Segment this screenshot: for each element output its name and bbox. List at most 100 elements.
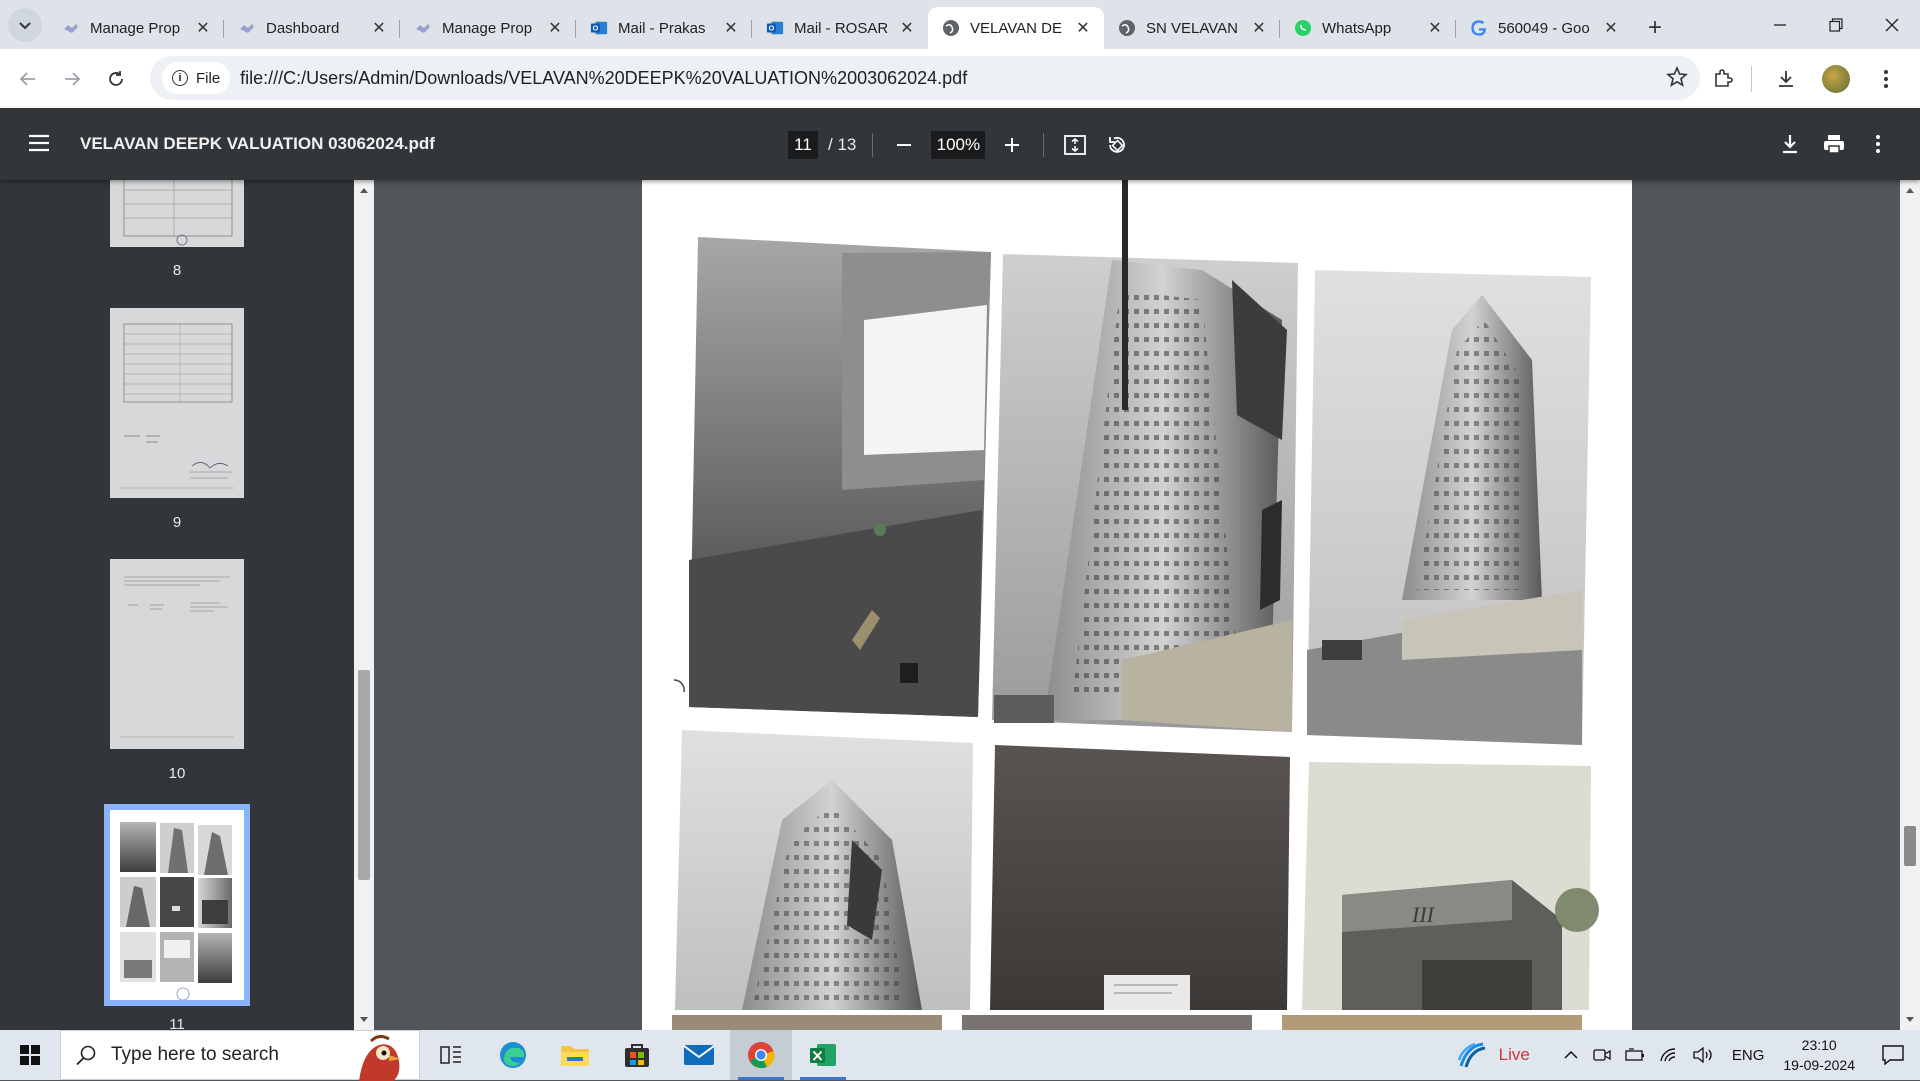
task-view-button[interactable] bbox=[420, 1030, 482, 1080]
chevron-down-icon bbox=[19, 22, 31, 30]
viewer-scroll-thumb[interactable] bbox=[1904, 826, 1916, 866]
page-thumbnail-8[interactable] bbox=[110, 180, 244, 247]
tab-label: VELAVAN DE bbox=[970, 19, 1062, 37]
profile-button[interactable] bbox=[1814, 57, 1858, 101]
sidebar-scroll-thumb[interactable] bbox=[358, 670, 370, 880]
close-icon[interactable]: ✕ bbox=[370, 19, 388, 37]
back-button[interactable] bbox=[6, 57, 50, 101]
document-page-preview bbox=[120, 323, 234, 489]
reload-button[interactable] bbox=[94, 57, 138, 101]
volume-icon[interactable] bbox=[1693, 1047, 1715, 1063]
taskbar-search-box[interactable]: Type here to search bbox=[60, 1030, 420, 1081]
clock-date: 19-09-2024 bbox=[1783, 1057, 1855, 1073]
tab-sn-velavan[interactable]: SN VELAVAN ✕ bbox=[1104, 7, 1280, 49]
zoom-in-button[interactable] bbox=[997, 130, 1027, 160]
scroll-up-arrow-icon[interactable] bbox=[354, 184, 374, 196]
handshake-icon bbox=[414, 19, 432, 37]
svg-text:O: O bbox=[593, 24, 599, 33]
restore-button[interactable] bbox=[1808, 0, 1864, 49]
fit-to-page-button[interactable] bbox=[1060, 130, 1090, 160]
close-icon[interactable]: ✕ bbox=[1602, 19, 1620, 37]
window-controls bbox=[1752, 0, 1920, 49]
excel-taskbar-button[interactable] bbox=[792, 1030, 854, 1080]
close-icon bbox=[1885, 18, 1899, 31]
edge-taskbar-button[interactable] bbox=[482, 1030, 544, 1080]
sidebar-menu-button[interactable] bbox=[28, 134, 50, 157]
start-button[interactable] bbox=[0, 1030, 60, 1080]
close-icon[interactable]: ✕ bbox=[898, 19, 916, 37]
minimize-button[interactable] bbox=[1752, 0, 1808, 49]
close-icon[interactable]: ✕ bbox=[1250, 19, 1268, 37]
close-icon[interactable]: ✕ bbox=[722, 19, 740, 37]
downloads-button[interactable] bbox=[1764, 57, 1808, 101]
wifi-icon[interactable] bbox=[1659, 1047, 1679, 1063]
page-thumbnail-10[interactable] bbox=[110, 559, 244, 749]
print-button[interactable] bbox=[1812, 128, 1856, 160]
battery-icon[interactable] bbox=[1625, 1048, 1645, 1062]
site-info-chip[interactable]: i File bbox=[162, 62, 231, 94]
sidebar-scrollbar[interactable] bbox=[354, 180, 374, 1030]
scroll-down-arrow-icon[interactable] bbox=[354, 1014, 374, 1026]
close-icon[interactable]: ✕ bbox=[1074, 19, 1092, 37]
download-icon bbox=[1779, 70, 1793, 87]
scroll-down-arrow-icon[interactable] bbox=[1900, 1014, 1920, 1026]
site-photographs: III bbox=[672, 180, 1599, 1030]
document-page-preview bbox=[123, 180, 233, 246]
pdf-viewer[interactable]: III bbox=[374, 180, 1900, 1030]
scroll-up-arrow-icon[interactable] bbox=[1900, 184, 1920, 196]
google-icon bbox=[1470, 19, 1488, 37]
tab-dashboard[interactable]: Dashboard ✕ bbox=[224, 7, 400, 49]
tab-manage-prop-2[interactable]: Manage Prop ✕ bbox=[400, 7, 576, 49]
pdf-more-button[interactable] bbox=[1856, 128, 1900, 160]
close-icon[interactable]: ✕ bbox=[546, 19, 564, 37]
bookmark-star-icon[interactable] bbox=[1666, 65, 1688, 93]
rotate-button[interactable] bbox=[1102, 130, 1132, 160]
tab-google-560049[interactable]: 560049 - Goo ✕ bbox=[1456, 7, 1632, 49]
toolbar-divider bbox=[872, 133, 874, 157]
tab-mail-prakas[interactable]: O Mail - Prakas ✕ bbox=[576, 7, 752, 49]
browser-menu-button[interactable] bbox=[1864, 57, 1908, 101]
outlook-icon: O bbox=[590, 19, 608, 37]
close-icon[interactable]: ✕ bbox=[194, 19, 212, 37]
page-number-input[interactable]: 11 bbox=[788, 131, 818, 159]
zoom-level-input[interactable]: 100% bbox=[931, 131, 986, 159]
page-thumbnail-9[interactable] bbox=[110, 308, 244, 498]
tab-velavan-pdf[interactable]: VELAVAN DE ✕ bbox=[928, 7, 1104, 49]
windows-taskbar: Type here to search Live ENG 23:10 19-09… bbox=[0, 1030, 1920, 1081]
url-text[interactable]: file:///C:/Users/Admin/Downloads/VELAVAN… bbox=[240, 68, 967, 89]
address-bar[interactable]: i File file:///C:/Users/Admin/Downloads/… bbox=[150, 56, 1700, 100]
mail-taskbar-button[interactable] bbox=[668, 1030, 730, 1080]
clock[interactable]: 23:10 19-09-2024 bbox=[1783, 1035, 1855, 1075]
page-thumbnail-11[interactable] bbox=[104, 804, 250, 1006]
close-icon[interactable]: ✕ bbox=[1426, 19, 1444, 37]
thumbnail-page-number: 9 bbox=[172, 514, 182, 531]
more-vertical-icon bbox=[1876, 135, 1880, 153]
tab-manage-prop-1[interactable]: Manage Prop ✕ bbox=[48, 7, 224, 49]
tab-mail-rosar[interactable]: O Mail - ROSAR ✕ bbox=[752, 7, 928, 49]
toolbar-divider bbox=[1751, 65, 1752, 92]
extensions-button[interactable] bbox=[1701, 57, 1745, 101]
store-taskbar-button[interactable] bbox=[606, 1030, 668, 1080]
close-window-button[interactable] bbox=[1864, 0, 1920, 49]
zoom-out-button[interactable] bbox=[889, 130, 919, 160]
language-indicator[interactable]: ENG bbox=[1732, 1047, 1765, 1064]
chrome-icon bbox=[748, 1042, 775, 1069]
search-highlight-bird-icon bbox=[359, 1034, 401, 1081]
browser-toolbar: i File file:///C:/Users/Admin/Downloads/… bbox=[0, 49, 1920, 108]
forward-button[interactable] bbox=[50, 57, 94, 101]
weather-widget[interactable]: Live bbox=[1457, 1040, 1530, 1070]
file-explorer-taskbar-button[interactable] bbox=[544, 1030, 606, 1080]
viewer-scrollbar[interactable] bbox=[1900, 180, 1920, 1030]
tab-search-button[interactable] bbox=[8, 8, 42, 42]
meet-now-icon[interactable] bbox=[1593, 1047, 1611, 1063]
minimize-icon bbox=[1774, 23, 1786, 26]
system-tray: Live ENG 23:10 19-09-2024 bbox=[1450, 1030, 1920, 1080]
new-tab-button[interactable]: + bbox=[1638, 11, 1672, 45]
notifications-button[interactable] bbox=[1882, 1045, 1904, 1065]
pdf-download-button[interactable] bbox=[1768, 128, 1812, 160]
show-hidden-icons-button[interactable] bbox=[1563, 1050, 1579, 1060]
chrome-taskbar-button[interactable] bbox=[730, 1030, 792, 1080]
excel-icon bbox=[810, 1044, 836, 1066]
tab-label: SN VELAVAN bbox=[1146, 19, 1238, 37]
tab-whatsapp[interactable]: WhatsApp ✕ bbox=[1280, 7, 1456, 49]
